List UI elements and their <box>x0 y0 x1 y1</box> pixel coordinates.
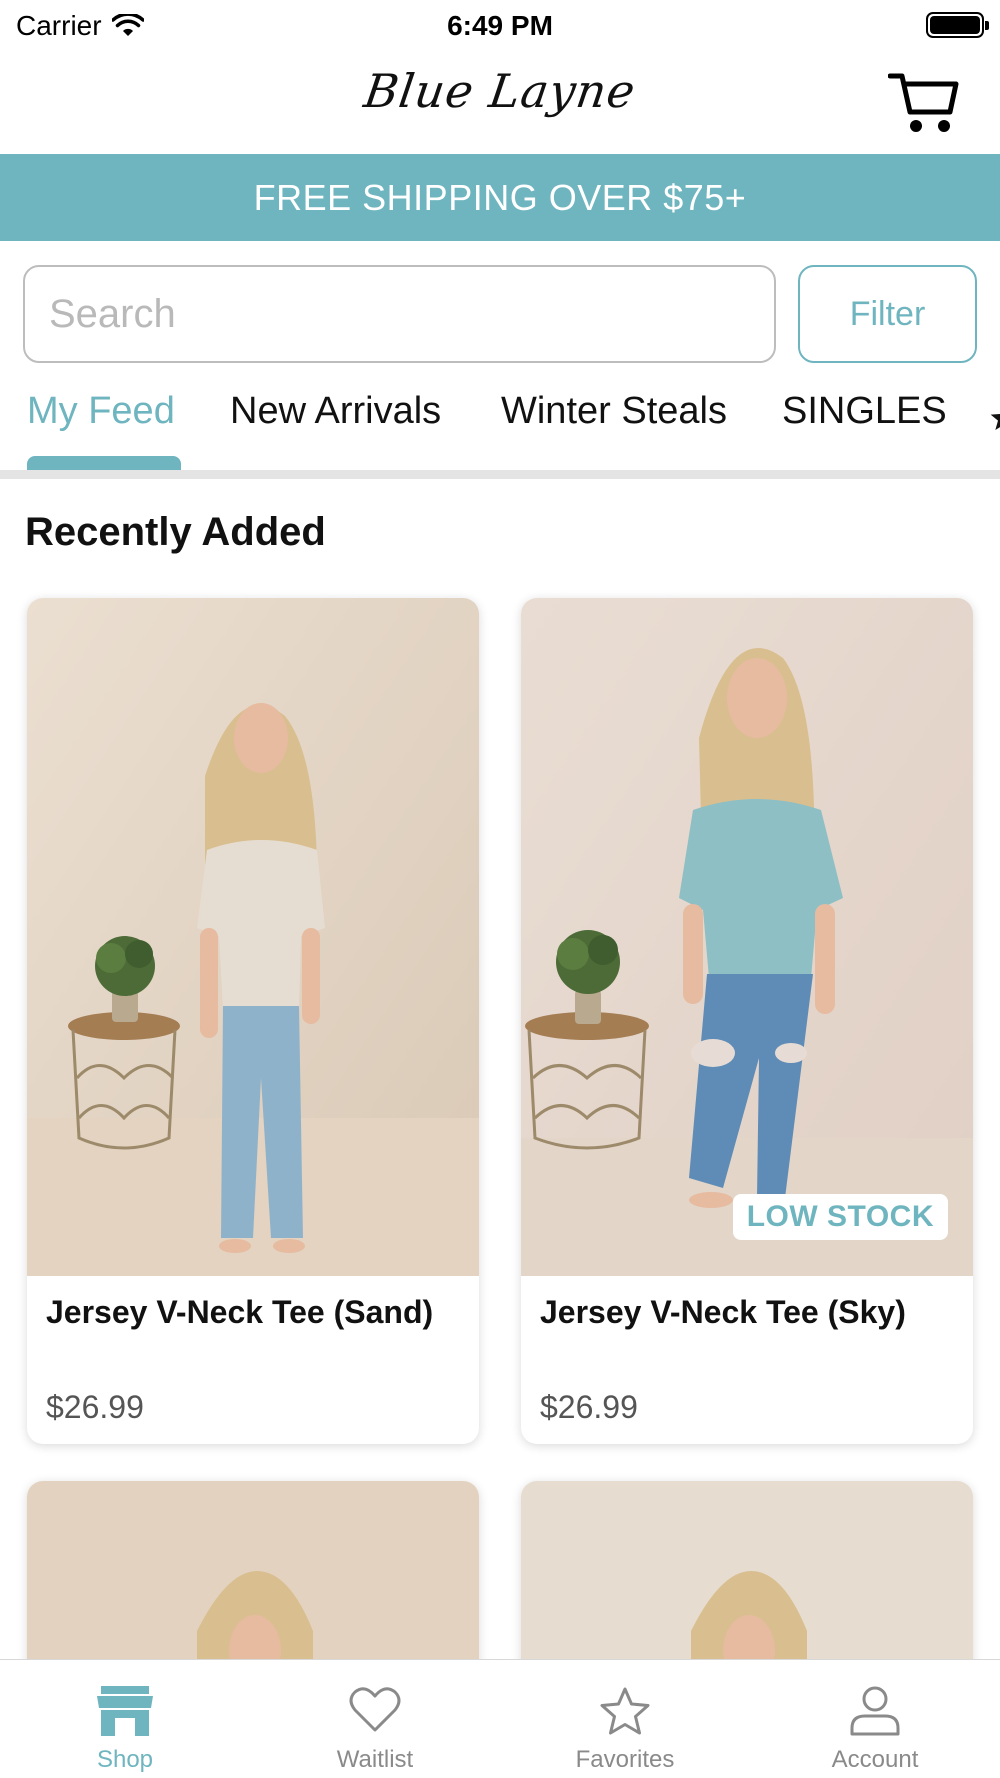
tab-bar-label: Shop <box>96 1746 154 1773</box>
account-icon <box>850 1686 900 1736</box>
star-icon[interactable] <box>988 402 1000 434</box>
product-photo <box>27 1481 479 1681</box>
status-bar: Carrier 6:49 PM <box>0 0 1000 52</box>
product-card[interactable] <box>27 1481 479 1681</box>
product-image: LOW STOCK <box>521 598 973 1276</box>
tabs-divider <box>0 470 1000 479</box>
cart-icon <box>887 73 959 132</box>
search-input[interactable] <box>23 265 776 363</box>
section-title: Recently Added <box>25 510 326 554</box>
product-name: Jersey V-Neck Tee (Sand) <box>46 1294 434 1330</box>
product-info: Jersey V-Neck Tee (Sand) $26.99 <box>27 1276 479 1444</box>
tab-bar-favorites[interactable]: Favorites <box>500 1660 750 1778</box>
star-icon <box>600 1687 650 1735</box>
product-image <box>27 598 479 1276</box>
heart-icon <box>349 1687 401 1732</box>
battery-icon <box>926 12 989 38</box>
battery-tip <box>985 21 989 30</box>
tab-bar-label: Waitlist <box>336 1746 414 1773</box>
product-name: Jersey V-Neck Tee (Sky) <box>540 1294 906 1330</box>
tab-winter-steals[interactable]: Winter Steals <box>501 390 727 433</box>
tab-bar-waitlist[interactable]: Waitlist <box>250 1660 500 1778</box>
product-price: $26.99 <box>46 1389 144 1425</box>
tab-singles[interactable]: SINGLES <box>782 390 947 433</box>
tab-my-feed[interactable]: My Feed <box>27 390 175 433</box>
brand-logo: Blue Layne <box>360 64 640 118</box>
nav-header: Blue Layne <box>0 52 1000 154</box>
product-photo <box>521 598 973 1276</box>
shop-icon <box>97 1686 153 1736</box>
tab-bar-label: Favorites <box>575 1746 675 1773</box>
filter-button[interactable]: Filter <box>798 265 977 363</box>
tab-bar-account[interactable]: Account <box>750 1660 1000 1778</box>
cart-button[interactable] <box>887 70 960 136</box>
battery-fill <box>930 16 980 34</box>
bottom-tab-bar: Shop Waitlist Favorites Account <box>0 1659 1000 1778</box>
status-time: 6:49 PM <box>447 10 553 41</box>
product-price: $26.99 <box>540 1389 638 1425</box>
product-photo <box>27 598 479 1276</box>
tab-bar-label: Account <box>831 1746 919 1773</box>
product-card[interactable] <box>521 1481 973 1681</box>
promo-banner: FREE SHIPPING OVER $75+ <box>0 154 1000 241</box>
promo-banner-text: FREE SHIPPING OVER $75+ <box>253 176 747 218</box>
product-card[interactable]: Jersey V-Neck Tee (Sand) $26.99 <box>27 598 479 1444</box>
tab-bar-shop[interactable]: Shop <box>0 1660 250 1778</box>
product-card[interactable]: LOW STOCK Jersey V-Neck Tee (Sky) $26.99 <box>521 598 973 1444</box>
category-tabs: My Feed New Arrivals Winter Steals SINGL… <box>0 380 1000 470</box>
low-stock-badge: LOW STOCK <box>732 1194 948 1240</box>
active-tab-indicator <box>27 456 181 470</box>
tab-new-arrivals[interactable]: New Arrivals <box>230 390 441 433</box>
product-photo <box>521 1481 973 1681</box>
product-info: Jersey V-Neck Tee (Sky) $26.99 <box>521 1276 973 1444</box>
